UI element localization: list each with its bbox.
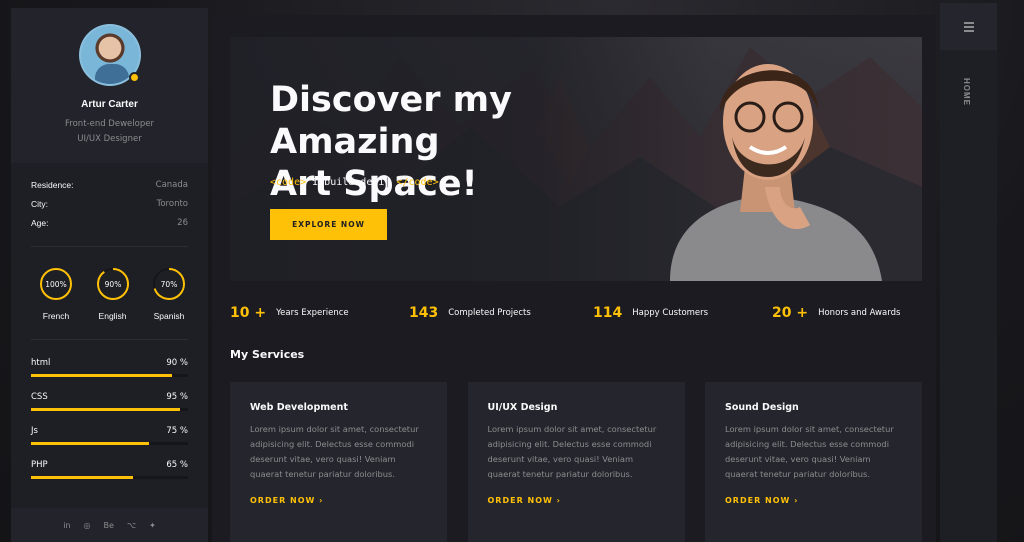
order-now-link[interactable]: ORDER NOW › — [250, 496, 427, 505]
progress-ring: 100% — [40, 268, 72, 300]
skill-bar — [31, 408, 188, 411]
profile-role-line: UI/UX Designer — [77, 134, 142, 144]
order-now-link[interactable]: ORDER NOW › — [488, 496, 665, 505]
profile-header: Artur Carter Front-end Deweloper UI/UX D… — [11, 8, 208, 163]
language-percent: 90% — [104, 280, 121, 289]
stat-number: 20 + — [772, 305, 809, 321]
stat-completed-projects: 143 Completed Projects — [409, 305, 584, 321]
current-page-label[interactable]: HOME — [962, 78, 971, 106]
stat-years-experience: 10 + Years Experience — [230, 305, 400, 321]
stat-number: 143 — [409, 305, 439, 321]
order-now-link[interactable]: ORDER NOW › — [725, 496, 902, 505]
skill-css: CSS 95 % — [31, 392, 188, 411]
navigation-bar: HOME — [940, 3, 997, 542]
service-card-ui-ux-design: UI/UX Design Lorem ipsum dolor sit amet,… — [467, 382, 685, 542]
info-value: Toronto — [156, 199, 188, 209]
stat-number: 114 — [593, 305, 623, 321]
info-row-residence: Residence: Canada — [31, 180, 188, 199]
info-key: Age: — [31, 218, 49, 228]
stat-label: Completed Projects — [448, 308, 531, 318]
services-heading: My Services — [230, 348, 305, 361]
info-key: City: — [31, 199, 48, 209]
stat-happy-customers: 114 Happy Customers — [593, 305, 763, 321]
language-skills: 100% French 90% English 70% Spanish — [11, 247, 208, 321]
info-value: Canada — [155, 180, 188, 190]
service-description: Lorem ipsum dolor sit amet, consectetur … — [250, 424, 419, 479]
stat-label: Honors and Awards — [818, 308, 901, 318]
info-value: 26 — [177, 218, 188, 228]
skill-name: CSS — [31, 392, 48, 402]
main-content: Discover my Amazing Art Space! <code> I … — [212, 15, 936, 542]
stats-row: 10 + Years Experience 143 Completed Proj… — [230, 305, 922, 321]
service-title: UI/UX Design — [487, 402, 558, 413]
code-text: I build desi — [306, 177, 385, 188]
info-key: Residence: — [31, 180, 74, 190]
progress-ring: 70% — [153, 268, 185, 300]
profile-role: Front-end Deweloper UI/UX Designer — [65, 117, 154, 147]
info-row-city: City: Toronto — [31, 199, 188, 218]
hamburger-icon — [963, 20, 974, 34]
dribbble-icon[interactable]: ◎ — [83, 521, 90, 530]
social-links: in ◎ Be ⌥ ✦ — [11, 508, 208, 542]
stat-honors-awards: 20 + Honors and Awards — [772, 305, 922, 321]
profile-role-line: Front-end Deweloper — [65, 119, 154, 129]
skill-percent: 75 % — [166, 426, 188, 436]
skill-name: PHP — [31, 460, 48, 470]
language-spanish: 70% Spanish — [151, 267, 187, 321]
service-card-web-development: Web Development Lorem ipsum dolor sit am… — [230, 382, 447, 542]
language-french: 100% French — [38, 267, 74, 321]
skill-name: html — [31, 358, 51, 368]
service-title: Web Development — [250, 402, 348, 413]
language-label: English — [98, 311, 127, 321]
stat-label: Happy Customers — [632, 308, 709, 318]
avatar — [78, 24, 141, 86]
hero-banner: Discover my Amazing Art Space! <code> I … — [230, 37, 922, 281]
github-icon[interactable]: ⌥ — [127, 521, 136, 530]
skill-bar — [31, 476, 188, 479]
skill-percent: 95 % — [166, 392, 188, 402]
skill-bar-fill — [31, 442, 149, 445]
code-open-tag: <code> — [270, 177, 307, 188]
service-description: Lorem ipsum dolor sit amet, consectetur … — [725, 424, 894, 479]
stat-label: Years Experience — [276, 308, 349, 318]
language-percent: 70% — [161, 280, 178, 289]
skill-php: PHP 65 % — [31, 460, 188, 479]
progress-ring: 90% — [96, 268, 129, 300]
skill-percent: 65 % — [166, 460, 188, 470]
service-title: Sound Design — [725, 402, 799, 413]
online-status-dot — [128, 72, 140, 83]
language-english: 90% English — [95, 267, 131, 321]
language-label: French — [42, 311, 70, 321]
skill-percent: 90 % — [166, 358, 188, 368]
skill-bar-fill — [31, 374, 173, 377]
profile-name: Artur Carter — [81, 99, 138, 110]
twitter-icon[interactable]: ✦ — [149, 521, 156, 530]
service-description: Lorem ipsum dolor sit amet, consectetur … — [487, 424, 657, 479]
skill-html: html 90 % — [31, 358, 188, 377]
service-card-sound-design: Sound Design Lorem ipsum dolor sit amet,… — [705, 382, 922, 542]
skill-bar — [31, 442, 188, 445]
linkedin-icon[interactable]: in — [63, 521, 70, 530]
behance-icon[interactable]: Be — [103, 521, 113, 530]
personal-info: Residence: Canada City: Toronto Age: 26 — [11, 163, 208, 237]
coding-skills: html 90 % CSS 95 % Js 75 % PHP 65 % — [11, 340, 208, 479]
info-sidebar: Artur Carter Front-end Deweloper UI/UX D… — [11, 8, 208, 542]
explore-now-button[interactable]: EXPLORE NOW — [270, 209, 387, 240]
code-close-tag: </code> — [390, 177, 439, 188]
skill-bar-fill — [31, 476, 134, 479]
hero-title-line: Discover my Amazing — [270, 80, 512, 162]
stat-number: 10 + — [230, 305, 267, 321]
skill-bar — [31, 374, 188, 377]
language-label: Spanish — [153, 311, 185, 321]
language-percent: 100% — [45, 280, 66, 289]
skill-name: Js — [31, 426, 38, 436]
info-row-age: Age: 26 — [31, 218, 188, 237]
skill-js: Js 75 % — [31, 426, 188, 445]
skill-bar-fill — [31, 408, 181, 411]
menu-button[interactable] — [940, 3, 997, 50]
hero-typing-text: <code> I build desi| </code> — [270, 177, 439, 188]
services-list: Web Development Lorem ipsum dolor sit am… — [230, 382, 922, 542]
